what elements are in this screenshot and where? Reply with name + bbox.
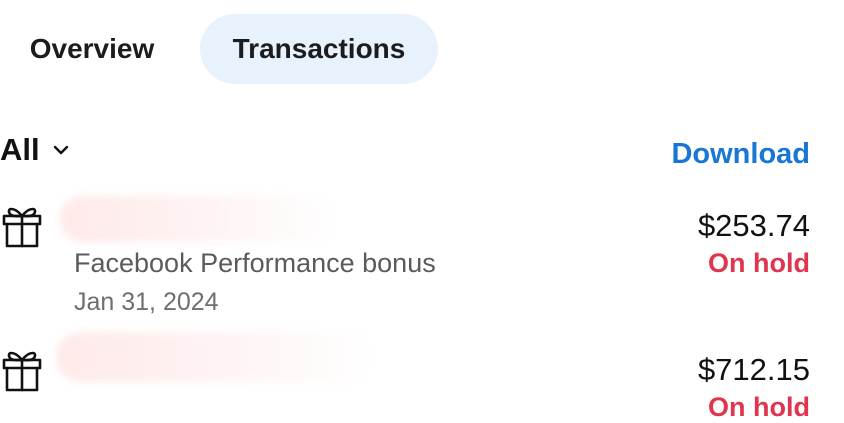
transaction-amount: $253.74 [697, 208, 810, 243]
transaction-description: Facebook Performance bonus [74, 248, 436, 278]
gift-icon [2, 207, 42, 248]
filter-label: All [0, 132, 40, 167]
tab-overview[interactable]: Overview [12, 14, 172, 84]
transaction-status: On hold [708, 392, 810, 422]
transaction-row[interactable]: $712.15 On hold [0, 332, 844, 422]
redacted-area [56, 332, 376, 382]
transaction-row[interactable]: Facebook Performance bonus Jan 31, 2024 … [0, 196, 844, 326]
gift-icon [2, 351, 42, 392]
download-link[interactable]: Download [671, 134, 810, 174]
transaction-status: On hold [708, 248, 810, 278]
transaction-date: Jan 31, 2024 [74, 288, 219, 316]
tab-transactions[interactable]: Transactions [200, 14, 438, 84]
redacted-area [60, 196, 340, 242]
chevron-down-icon [53, 145, 68, 155]
filter-dropdown[interactable]: All [0, 128, 70, 172]
transaction-amount: $712.15 [697, 352, 810, 387]
